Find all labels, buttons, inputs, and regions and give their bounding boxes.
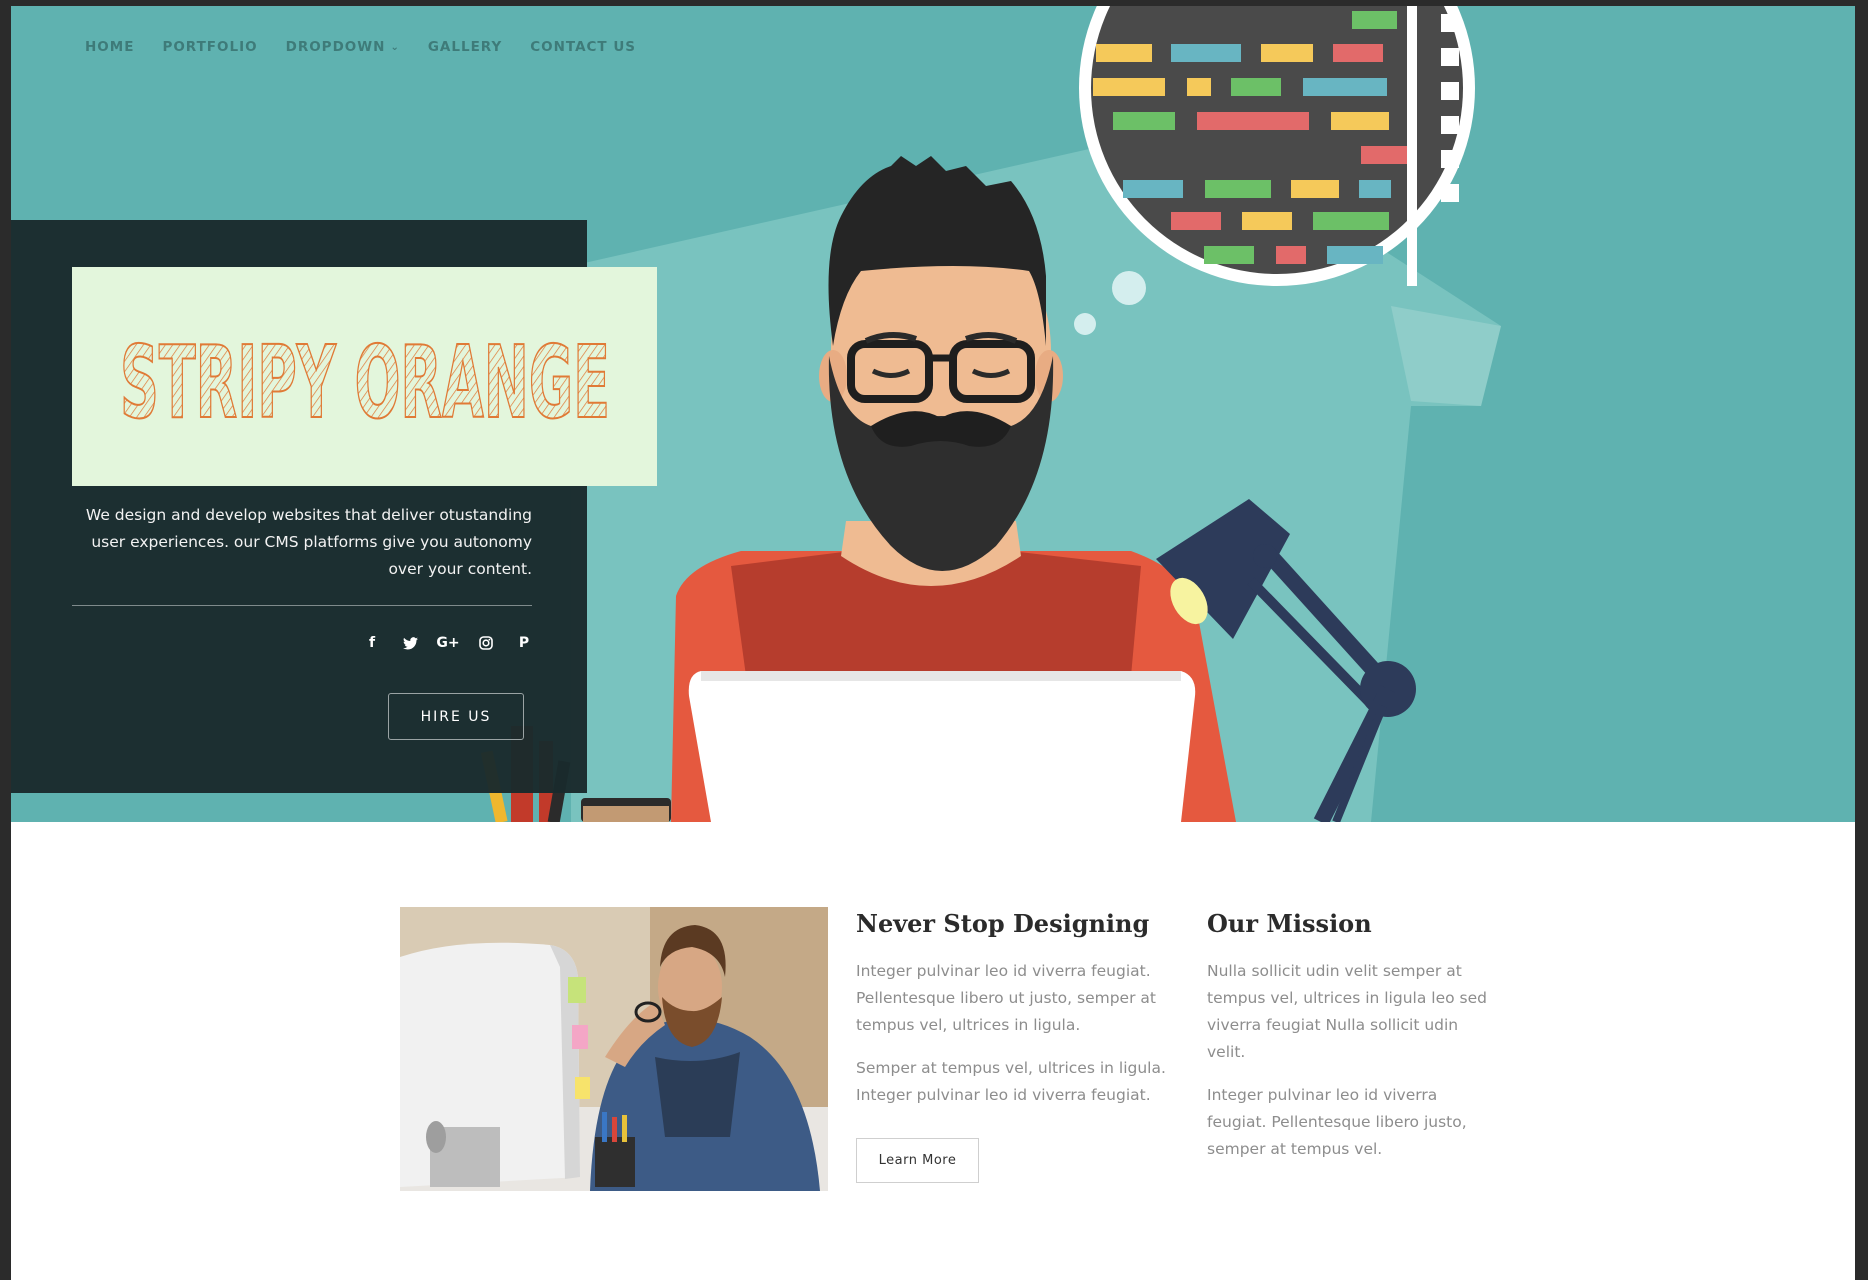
instagram-icon[interactable]: [478, 634, 494, 652]
page: HOME PORTFOLIO DROPDOWN ⌄ GALLERY CONTACT…: [11, 6, 1855, 1280]
nav-home[interactable]: HOME: [85, 32, 134, 62]
feature-paragraph: Nulla sollicit udin velit semper at temp…: [1207, 962, 1487, 1061]
logo: STRIPY ORANGE: [72, 267, 657, 486]
hero-tagline: We design and develop websites that deli…: [85, 506, 532, 578]
nav-gallery[interactable]: GALLERY: [428, 32, 502, 62]
feature-title: Never Stop Designing: [856, 909, 1150, 938]
nav-portfolio[interactable]: PORTFOLIO: [162, 32, 257, 62]
hero-section: HOME PORTFOLIO DROPDOWN ⌄ GALLERY CONTACT…: [11, 6, 1855, 822]
logo-wordmark: STRIPY ORANGE: [119, 323, 611, 432]
google-plus-icon[interactable]: G+: [436, 634, 459, 652]
nav-label: PORTFOLIO: [162, 39, 258, 55]
main-nav: HOME PORTFOLIO DROPDOWN ⌄ GALLERY CONTACT…: [85, 32, 664, 62]
feature-title: Our Mission: [1207, 909, 1372, 938]
nav-contact[interactable]: CONTACT US: [530, 32, 636, 62]
logo-text: STRIPY ORANGE: [120, 324, 610, 432]
learn-more-button[interactable]: Learn More: [856, 1138, 979, 1183]
designer-photo: [400, 907, 828, 1191]
pinterest-icon[interactable]: P: [516, 634, 532, 652]
nav-label: CONTACT US: [530, 39, 637, 55]
chevron-down-icon: ⌄: [390, 41, 400, 53]
divider: [72, 605, 532, 606]
nav-label: GALLERY: [427, 39, 503, 55]
feature-paragraph: Integer pulvinar leo id viverra feugiat.…: [1207, 1086, 1467, 1158]
features-section: Never Stop Designing Integer pulvinar le…: [11, 822, 1855, 1280]
social-links: f G+ P: [351, 634, 532, 652]
hire-us-button[interactable]: HIRE US: [388, 693, 524, 740]
nav-label: DROPDOWN: [285, 39, 386, 55]
facebook-icon[interactable]: f: [364, 634, 380, 652]
nav-dropdown[interactable]: DROPDOWN ⌄: [286, 32, 400, 62]
feature-never-stop-designing: Never Stop Designing Integer pulvinar le…: [856, 909, 1186, 1109]
feature-paragraph: Integer pulvinar leo id viverra feugiat.…: [856, 962, 1156, 1034]
feature-our-mission: Our Mission Nulla sollicit udin velit se…: [1207, 909, 1497, 1163]
nav-label: HOME: [85, 39, 135, 55]
twitter-icon[interactable]: [402, 634, 418, 652]
feature-paragraph: Semper at tempus vel, ultrices in ligula…: [856, 1059, 1166, 1104]
